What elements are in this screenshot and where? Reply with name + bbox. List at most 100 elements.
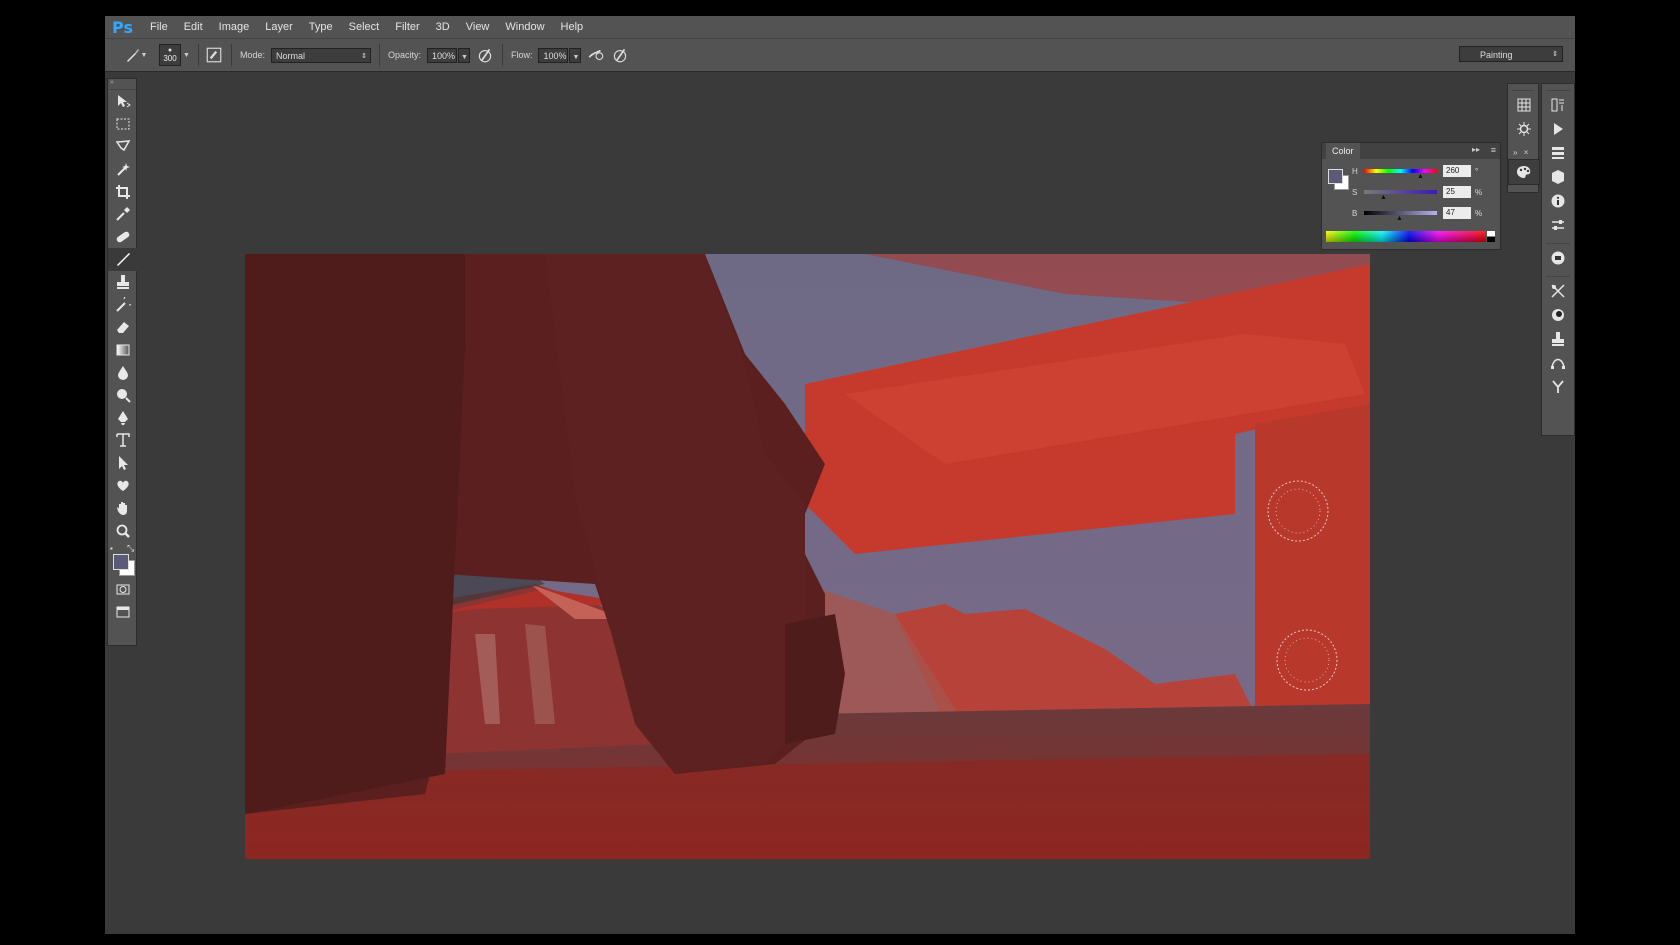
timeline-panel-button[interactable]: [1542, 246, 1574, 270]
pen-pressure-size-icon: [614, 48, 627, 63]
dodge-icon: [117, 389, 131, 403]
menu-layer[interactable]: Layer: [257, 21, 301, 33]
workspace-select[interactable]: Painting ⇕: [1459, 46, 1563, 62]
hand-tool[interactable]: [108, 497, 138, 520]
lasso-tool[interactable]: [108, 135, 138, 158]
crop-tool[interactable]: [108, 180, 138, 203]
opacity-value: 100%: [431, 50, 455, 61]
screen-mode-button[interactable]: [108, 600, 138, 623]
dock-grip[interactable]: [1546, 84, 1570, 91]
menu-filter[interactable]: Filter: [387, 21, 427, 33]
saturation-slider[interactable]: ▲: [1364, 190, 1437, 201]
clone-source-panel-button[interactable]: [1542, 327, 1574, 351]
menu-view[interactable]: View: [458, 21, 498, 33]
move-tool[interactable]: [108, 90, 138, 113]
default-colors-icon[interactable]: ▪: [110, 544, 113, 553]
brightness-value-field[interactable]: 47: [1443, 207, 1471, 219]
blur-tool[interactable]: [108, 361, 138, 384]
mode-label: Mode:: [239, 50, 265, 60]
history-panel-button[interactable]: [1542, 93, 1574, 117]
tool-preset-picker[interactable]: ▼: [121, 46, 151, 64]
color-panel: Color ▸▸ ≡ H ▲ 260 ° S ▲ 25 % B ▲ 47 %: [1321, 142, 1501, 250]
dodge-tool[interactable]: [108, 384, 138, 407]
history-brush-tool[interactable]: [108, 293, 138, 316]
properties-panel-button[interactable]: [1542, 213, 1574, 237]
menu-window[interactable]: Window: [497, 21, 552, 33]
tool-presets-panel-button[interactable]: [1542, 279, 1574, 303]
paths-panel-button[interactable]: [1542, 351, 1574, 375]
brightness-slider[interactable]: ▲: [1364, 211, 1437, 222]
color-spectrum[interactable]: [1326, 231, 1486, 242]
color-panel-tab[interactable]: Color: [1326, 143, 1360, 159]
opacity-slider-button[interactable]: ▼: [457, 47, 470, 63]
magic-wand-tool[interactable]: [108, 158, 138, 181]
pressure-opacity-button[interactable]: [476, 46, 494, 64]
brush-preset-picker[interactable]: ● 300 ▼: [159, 44, 190, 66]
collapse-icon[interactable]: ▸▸: [1472, 145, 1480, 154]
black-white-swatch[interactable]: [1487, 231, 1495, 242]
pressure-size-button[interactable]: [611, 46, 629, 64]
slider-thumb-icon[interactable]: ▲: [1396, 215, 1403, 222]
panel-controls[interactable]: » ×: [1513, 148, 1528, 157]
menu-type[interactable]: Type: [301, 21, 341, 33]
gradient-tool[interactable]: [108, 339, 138, 362]
expand-panels-icon[interactable]: »: [1513, 148, 1517, 157]
saturation-value-field[interactable]: 25: [1443, 186, 1471, 198]
zoom-tool[interactable]: [108, 519, 138, 542]
info-panel-button[interactable]: [1542, 189, 1574, 213]
rectangular-marquee-tool[interactable]: [108, 113, 138, 136]
clone-stamp-tool[interactable]: [108, 271, 138, 294]
airbrush-button[interactable]: [587, 46, 605, 64]
hue-slider[interactable]: ▲: [1364, 169, 1437, 180]
adjustments-panel-button[interactable]: [1508, 117, 1540, 141]
menu-file[interactable]: File: [142, 21, 176, 33]
hue-value-field[interactable]: 260: [1443, 165, 1471, 177]
tools-icon: [1551, 284, 1565, 298]
options-bar: ▼ ● 300 ▼ Mode: Normal ⇕ Opacity: 100% ▼…: [105, 38, 1575, 72]
channels-panel-button[interactable]: [1542, 375, 1574, 399]
type-tool[interactable]: [108, 429, 138, 452]
slider-thumb-icon[interactable]: ▲: [1380, 194, 1387, 201]
menu-edit[interactable]: Edit: [176, 21, 211, 33]
styles-panel-button[interactable]: [1542, 303, 1574, 327]
info-icon: [1551, 194, 1565, 208]
eyedropper-tool[interactable]: [108, 203, 138, 226]
dock-grip[interactable]: [1546, 237, 1570, 244]
panel-dock-right: [1541, 83, 1575, 436]
custom-shape-tool[interactable]: [108, 474, 138, 497]
dock-grip[interactable]: [1546, 270, 1570, 277]
foreground-color-swatch[interactable]: [113, 553, 129, 570]
panel-collapse-icon[interactable]: »: [108, 79, 136, 90]
opacity-field[interactable]: 100%: [426, 47, 457, 63]
menu-select[interactable]: Select: [341, 21, 388, 33]
menu-3d[interactable]: 3D: [428, 21, 458, 33]
brush-presets-panel-button[interactable]: [1542, 141, 1574, 165]
swap-colors-icon[interactable]: ⤡: [127, 543, 134, 554]
path-selection-tool[interactable]: [108, 452, 138, 475]
updown-icon: ⇕: [361, 52, 367, 60]
menu-image[interactable]: Image: [211, 21, 258, 33]
eraser-tool[interactable]: [108, 316, 138, 339]
pen-tool[interactable]: [108, 406, 138, 429]
divider: [230, 44, 232, 66]
flow-slider-button[interactable]: ▼: [569, 47, 582, 63]
brush-tool[interactable]: [108, 248, 138, 271]
panel-menu-icon[interactable]: ≡: [1491, 145, 1496, 155]
toggle-brush-panel-button[interactable]: [205, 46, 223, 64]
slider-thumb-icon[interactable]: ▲: [1417, 173, 1424, 180]
navigator-panel-button[interactable]: [1508, 93, 1540, 117]
brush-size-preview[interactable]: ● 300: [159, 44, 181, 66]
color-panel-button[interactable]: [1508, 159, 1540, 185]
dock-grip[interactable]: [1512, 84, 1534, 91]
quick-mask-button[interactable]: [108, 578, 138, 601]
mode-select[interactable]: Normal ⇕: [270, 47, 371, 63]
close-icon[interactable]: ×: [1524, 148, 1529, 157]
healing-brush-tool[interactable]: [108, 226, 138, 249]
flow-field[interactable]: 100%: [538, 47, 569, 63]
menu-help[interactable]: Help: [553, 21, 592, 33]
marquee-icon: [116, 118, 130, 130]
actions-panel-button[interactable]: [1542, 117, 1574, 141]
foreground-color-swatch[interactable]: [1328, 169, 1343, 184]
document-canvas[interactable]: [245, 254, 1370, 859]
3d-panel-button[interactable]: [1542, 165, 1574, 189]
